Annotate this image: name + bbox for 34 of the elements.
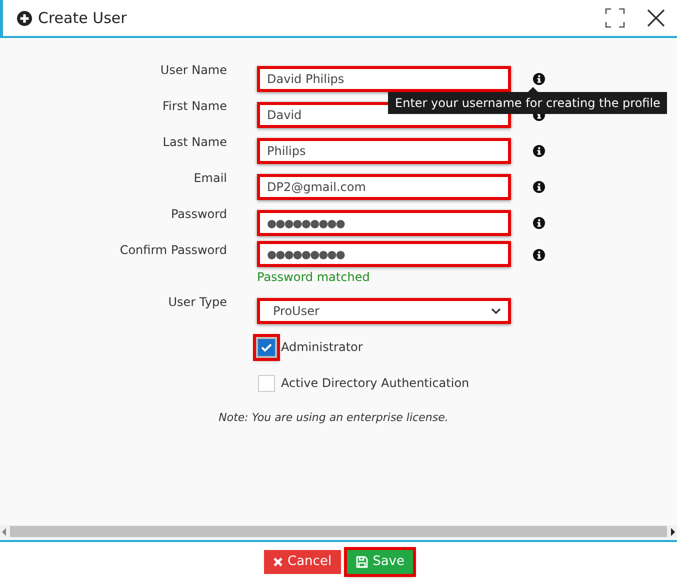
chevron-down-icon	[491, 308, 501, 314]
input-field[interactable]: Philips	[257, 138, 511, 164]
horizontal-scrollbar[interactable]	[0, 525, 677, 538]
password-field[interactable]: ●●●●●●●●●	[257, 210, 511, 236]
field-label: Password	[170, 206, 227, 221]
field-label: User Name	[160, 62, 227, 77]
select-field[interactable]: ProUser	[257, 298, 511, 324]
info-icon[interactable]	[533, 217, 545, 229]
x-icon	[272, 556, 283, 566]
input-field[interactable]: DP2@gmail.com	[257, 174, 511, 200]
checkmark-icon	[261, 342, 272, 352]
field-label: Email	[194, 170, 227, 185]
plus-circle-icon	[17, 10, 32, 26]
field-label: User Type	[168, 294, 227, 309]
scroll-left-icon[interactable]	[0, 526, 8, 536]
close-icon[interactable]	[647, 9, 665, 27]
checkbox-label: Active Directory Authentication	[281, 376, 470, 390]
info-icon[interactable]	[533, 73, 545, 85]
info-icon[interactable]	[533, 181, 545, 193]
password-field[interactable]: ●●●●●●●●●	[257, 241, 511, 267]
field-label: First Name	[162, 98, 227, 113]
input-field[interactable]: David Philips	[257, 66, 511, 92]
checkbox-label: Administrator	[281, 340, 363, 354]
info-icon[interactable]	[533, 249, 545, 261]
window-title: Create User	[38, 9, 128, 27]
validation-message: Password matched	[257, 270, 371, 284]
scroll-right-icon[interactable]	[669, 526, 677, 536]
license-note: Note: You are using an enterprise license.	[218, 411, 448, 424]
tooltip: Enter your username for creating the profile	[388, 92, 668, 114]
field-label: Last Name	[162, 134, 227, 149]
maximize-icon[interactable]	[605, 8, 625, 28]
field-label: Confirm Password	[120, 242, 227, 257]
cancel-button[interactable]: Cancel	[264, 550, 341, 574]
info-icon[interactable]	[533, 145, 545, 157]
